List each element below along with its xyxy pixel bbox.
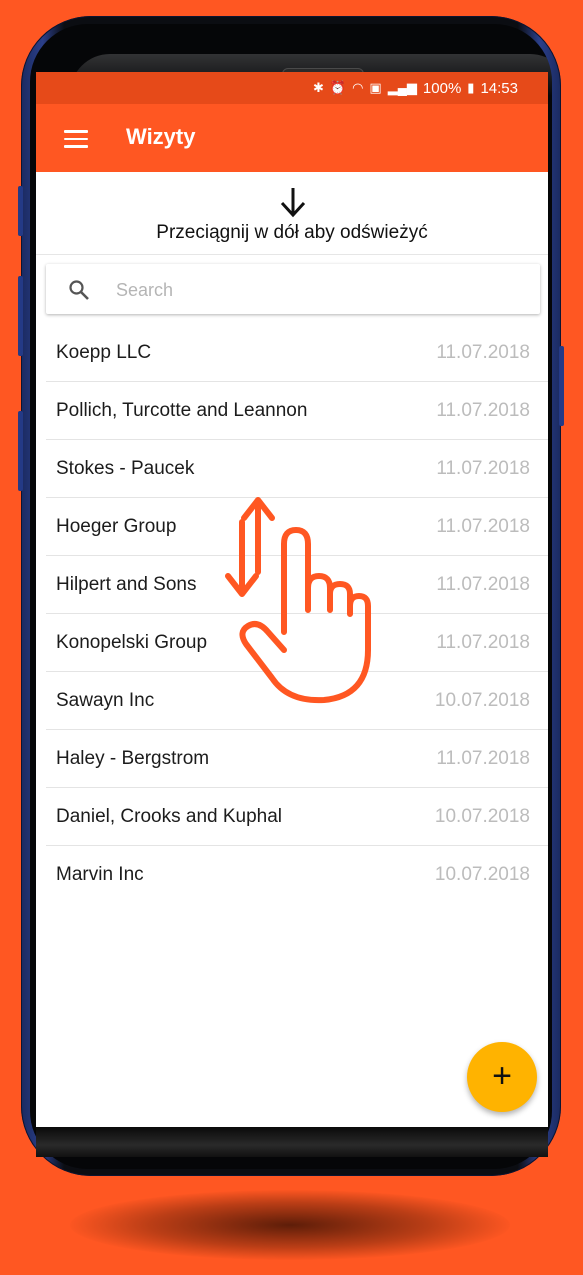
- search-input[interactable]: [114, 272, 518, 308]
- visit-date: 11.07.2018: [436, 458, 530, 479]
- page-title: Wizyty: [126, 124, 196, 149]
- visit-date: 11.07.2018: [436, 400, 530, 421]
- add-icon: +: [492, 1057, 512, 1095]
- alarm-icon: ⏰: [329, 80, 347, 95]
- swipe-up-down-hand-icon: [225, 497, 371, 704]
- nfc-icon: ▣: [369, 80, 382, 95]
- list-item[interactable]: Koepp LLC 11.07.2018: [46, 324, 548, 382]
- visit-name: Koepp LLC: [56, 342, 152, 363]
- visit-name: Konopelski Group: [56, 632, 208, 653]
- visit-name: Hilpert and Sons: [56, 574, 197, 595]
- list-item[interactable]: Stokes - Paucek 11.07.2018: [46, 440, 548, 498]
- visit-name: Daniel, Crooks and Kuphal: [56, 806, 283, 827]
- search-icon: [69, 280, 89, 300]
- status-bar: ✱ ⏰ ◠ ▣ ▂▄▆ 100% ▮ 14:53: [36, 72, 548, 104]
- arrow-down-icon: [280, 188, 306, 218]
- battery-level: 100%: [422, 79, 462, 97]
- clock: 14:53: [480, 79, 518, 97]
- search-bar[interactable]: [46, 264, 540, 314]
- power-button: [559, 346, 564, 426]
- visit-name: Sawayn Inc: [56, 690, 155, 711]
- phone-shadow: [70, 1190, 510, 1260]
- add-visit-button[interactable]: +: [467, 1042, 537, 1112]
- pull-to-refresh-hint: Przeciągnij w dół aby odświeżyć: [36, 172, 548, 255]
- list-item[interactable]: Daniel, Crooks and Kuphal 10.07.2018: [46, 788, 548, 846]
- phone-chin: [36, 1127, 548, 1157]
- bixby-button: [18, 186, 23, 236]
- visit-name: Haley - Bergstrom: [56, 748, 210, 769]
- list-item[interactable]: Haley - Bergstrom 11.07.2018: [46, 730, 548, 788]
- visit-date: 11.07.2018: [436, 574, 530, 595]
- list-item[interactable]: Pollich, Turcotte and Leannon 11.07.2018: [46, 382, 548, 440]
- app-screen: ✱ ⏰ ◠ ▣ ▂▄▆ 100% ▮ 14:53 Wizyty Przeciąg…: [36, 72, 548, 1127]
- hamburger-menu-icon[interactable]: [64, 130, 88, 148]
- battery-icon: ▮: [467, 80, 475, 95]
- wifi-icon: ◠: [352, 80, 364, 95]
- visit-name: Hoeger Group: [56, 516, 177, 537]
- visit-date: 11.07.2018: [436, 632, 530, 653]
- visit-name: Marvin Inc: [56, 864, 144, 885]
- refresh-hint-text: Przeciągnij w dół aby odświeżyć: [156, 222, 428, 243]
- visit-name: Stokes - Paucek: [56, 458, 195, 479]
- app-bar: Wizyty: [36, 104, 548, 172]
- visit-date: 10.07.2018: [434, 864, 530, 885]
- volume-up-button: [18, 276, 23, 356]
- list-item[interactable]: Marvin Inc 10.07.2018: [46, 846, 548, 903]
- volume-down-button: [18, 411, 23, 491]
- bluetooth-icon: ✱: [312, 80, 324, 95]
- visit-date: 11.07.2018: [436, 516, 530, 537]
- visit-date: 10.07.2018: [434, 690, 530, 711]
- visit-date: 11.07.2018: [436, 342, 530, 363]
- visit-date: 10.07.2018: [434, 806, 530, 827]
- visit-name: Pollich, Turcotte and Leannon: [56, 400, 308, 421]
- visit-date: 11.07.2018: [436, 748, 530, 769]
- signal-icon: ▂▄▆: [387, 80, 417, 95]
